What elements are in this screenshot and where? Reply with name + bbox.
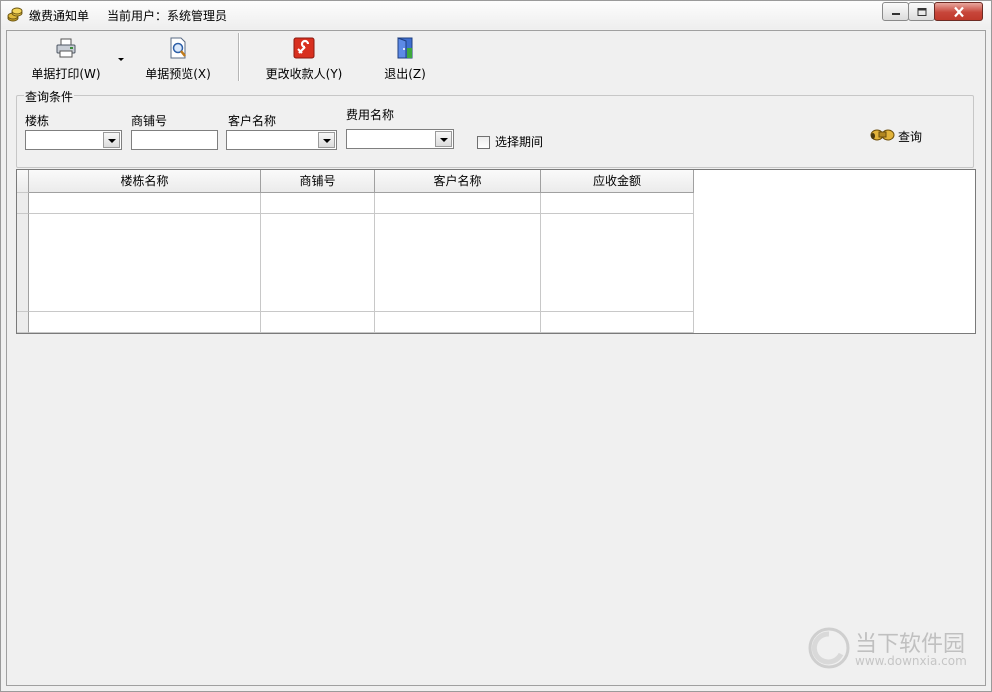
binoculars-icon bbox=[870, 129, 895, 141]
query-conditions-group: 查询条件 楼栋 商铺号 客户名称 费用名称 选择期间 查询 bbox=[16, 88, 974, 168]
grid-corner-cell bbox=[17, 170, 29, 193]
watermark: 当下软件园 www.downxia.com bbox=[807, 626, 977, 672]
shop-no-label: 商铺号 bbox=[131, 114, 168, 128]
table-cell[interactable] bbox=[375, 214, 541, 312]
print-label: 单据打印(W) bbox=[31, 67, 101, 81]
table-cell[interactable] bbox=[29, 214, 261, 312]
building-combo[interactable] bbox=[25, 130, 122, 150]
period-checkbox[interactable] bbox=[477, 136, 490, 149]
current-user-label: 当前用户：系统管理员 bbox=[107, 9, 228, 23]
table-cell[interactable] bbox=[261, 312, 375, 333]
maximize-button[interactable] bbox=[908, 2, 935, 21]
row-header[interactable] bbox=[17, 312, 29, 333]
table-cell[interactable] bbox=[261, 193, 375, 214]
search-label: 查询 bbox=[898, 130, 923, 144]
customer-name-combo[interactable] bbox=[226, 130, 337, 150]
column-header-amount-due[interactable]: 应收金额 bbox=[541, 170, 694, 193]
table-cell[interactable] bbox=[29, 312, 261, 333]
close-button[interactable] bbox=[934, 2, 983, 21]
door-exit-icon bbox=[394, 37, 416, 59]
red-wrench-icon bbox=[293, 37, 315, 59]
coins-icon bbox=[7, 7, 23, 23]
table-cell[interactable] bbox=[541, 214, 694, 312]
title-bar[interactable]: 缴费通知单 当前用户：系统管理员 bbox=[1, 1, 991, 29]
period-label[interactable]: 选择期间 bbox=[495, 133, 543, 150]
maximize-icon bbox=[917, 7, 926, 16]
minimize-icon bbox=[891, 12, 900, 15]
watermark-logo-icon bbox=[808, 627, 850, 669]
close-icon bbox=[953, 6, 964, 17]
building-label: 楼栋 bbox=[25, 114, 50, 128]
preview-button[interactable]: 单据预览(X) bbox=[135, 33, 221, 83]
toolbar-separator bbox=[238, 33, 240, 81]
change-payee-button[interactable]: 更改收款人(Y) bbox=[257, 33, 351, 83]
table-cell[interactable] bbox=[541, 312, 694, 333]
fee-name-label: 费用名称 bbox=[346, 108, 395, 122]
row-header[interactable] bbox=[17, 193, 29, 214]
customer-name-label: 客户名称 bbox=[228, 114, 277, 128]
query-group-title: 查询条件 bbox=[24, 88, 75, 105]
chevron-down-icon[interactable] bbox=[435, 131, 452, 147]
print-dropdown-arrow[interactable] bbox=[117, 52, 125, 61]
data-grid[interactable]: 楼栋名称 商铺号 客户名称 应收金额 bbox=[16, 169, 976, 334]
preview-label: 单据预览(X) bbox=[145, 67, 211, 81]
shop-no-input[interactable] bbox=[131, 130, 218, 150]
chevron-down-icon[interactable] bbox=[318, 132, 335, 148]
column-header-building-name[interactable]: 楼栋名称 bbox=[29, 170, 261, 193]
row-header[interactable] bbox=[17, 214, 29, 312]
table-cell[interactable] bbox=[29, 193, 261, 214]
table-cell[interactable] bbox=[375, 193, 541, 214]
chevron-down-icon[interactable] bbox=[103, 132, 120, 148]
print-button[interactable]: 单据打印(W) bbox=[23, 33, 109, 83]
table-cell[interactable] bbox=[375, 312, 541, 333]
main-window: 缴费通知单 当前用户：系统管理员 单据打印(W) 单据预览(X) 更改收款人(Y… bbox=[0, 0, 992, 692]
table-cell[interactable] bbox=[541, 193, 694, 214]
table-cell[interactable] bbox=[261, 214, 375, 312]
watermark-url: www.downxia.com bbox=[855, 654, 967, 668]
minimize-button[interactable] bbox=[882, 2, 909, 21]
column-header-shop-no[interactable]: 商铺号 bbox=[261, 170, 375, 193]
exit-label: 退出(Z) bbox=[384, 67, 426, 81]
change-payee-label: 更改收款人(Y) bbox=[265, 67, 343, 81]
fee-name-combo[interactable] bbox=[346, 129, 454, 149]
column-header-customer-name[interactable]: 客户名称 bbox=[375, 170, 541, 193]
magnifier-document-icon bbox=[167, 37, 189, 59]
window-title: 缴费通知单 bbox=[29, 9, 90, 23]
printer-icon bbox=[55, 37, 77, 59]
exit-button[interactable]: 退出(Z) bbox=[373, 33, 437, 83]
client-area: 单据打印(W) 单据预览(X) 更改收款人(Y) 退出(Z) 查询条件 楼栋 商… bbox=[6, 30, 986, 686]
